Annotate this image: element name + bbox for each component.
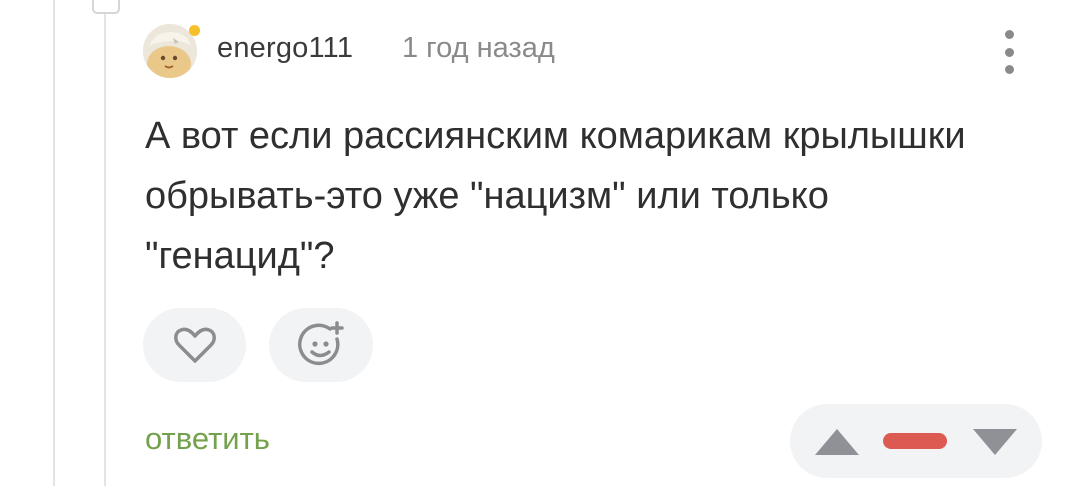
avatar[interactable] — [143, 24, 200, 78]
more-vertical-icon — [1004, 30, 1014, 39]
comment-rating — [790, 404, 1042, 478]
thread-line[interactable] — [104, 0, 106, 486]
more-options-button[interactable] — [996, 30, 1022, 74]
heart-icon — [173, 327, 216, 363]
thread-collapse-toggle[interactable] — [92, 0, 120, 14]
smile-add-icon — [298, 321, 344, 366]
comment-author[interactable]: energo111 — [217, 32, 353, 65]
comment-body: А вот если рассиянским комарикам крылышк… — [145, 115, 966, 277]
rating-negative-indicator — [883, 433, 947, 449]
like-button[interactable] — [143, 308, 246, 382]
reply-link[interactable]: ответить — [145, 421, 270, 457]
triangle-down-icon[interactable] — [972, 428, 1018, 456]
comment-time[interactable]: 1 год назад — [402, 32, 555, 65]
thread-line-parent — [53, 0, 55, 486]
online-indicator — [189, 25, 200, 36]
triangle-up-icon[interactable] — [814, 428, 860, 456]
more-vertical-icon — [1004, 47, 1014, 57]
add-reaction-button[interactable] — [269, 308, 373, 382]
more-vertical-icon — [1004, 65, 1014, 74]
